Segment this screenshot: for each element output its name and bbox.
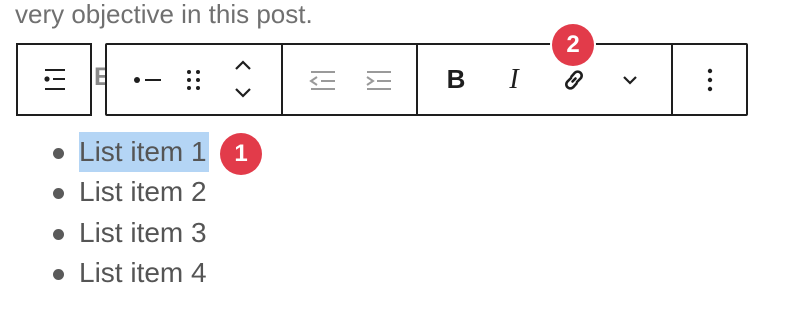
bullet-item-icon: [133, 75, 163, 85]
toolbar-separator: [416, 45, 418, 114]
unordered-list-icon: [39, 67, 69, 93]
drag-handle-icon: [186, 68, 202, 92]
chevron-down-icon: [233, 87, 253, 99]
bold-button[interactable]: B: [433, 45, 479, 114]
callout-badge-2: 2: [552, 24, 594, 66]
outdent-icon: [307, 69, 337, 91]
indent-button[interactable]: [353, 45, 403, 114]
bullet-dot: [53, 188, 64, 199]
list-item-text: List item 4: [79, 257, 207, 288]
kebab-menu-icon: [707, 68, 713, 92]
move-up-button[interactable]: [219, 53, 267, 77]
bullet-dot: [53, 269, 64, 280]
bold-label: B: [446, 64, 466, 94]
block-switcher-group: [16, 43, 92, 116]
list-tools-group: B I: [105, 43, 748, 116]
outdent-button[interactable]: [297, 45, 347, 114]
list-item-text: List item 2: [79, 176, 207, 207]
link-icon: [560, 66, 588, 94]
list-item-text: List item 3: [79, 217, 207, 248]
list-item-text-selected: List item 1: [79, 132, 209, 172]
toolbar-separator: [281, 45, 283, 114]
toolbar-separator: [671, 45, 673, 114]
chevron-down-icon: [622, 75, 638, 85]
indent-icon: [363, 69, 393, 91]
italic-button[interactable]: I: [491, 45, 537, 114]
drag-handle[interactable]: [171, 45, 217, 114]
bullet-dot: [53, 148, 64, 159]
list-type-button[interactable]: [18, 45, 90, 114]
chevron-up-icon: [233, 59, 253, 71]
callout-badge-1: 1: [220, 133, 262, 175]
list-item-button[interactable]: [125, 45, 171, 114]
move-down-button[interactable]: [219, 81, 267, 105]
bullet-dot: [53, 229, 64, 240]
intro-paragraph: very objective in this post.: [15, 0, 313, 29]
italic-label: I: [509, 63, 519, 95]
options-button[interactable]: [685, 45, 735, 114]
more-formats-button[interactable]: [607, 45, 653, 114]
